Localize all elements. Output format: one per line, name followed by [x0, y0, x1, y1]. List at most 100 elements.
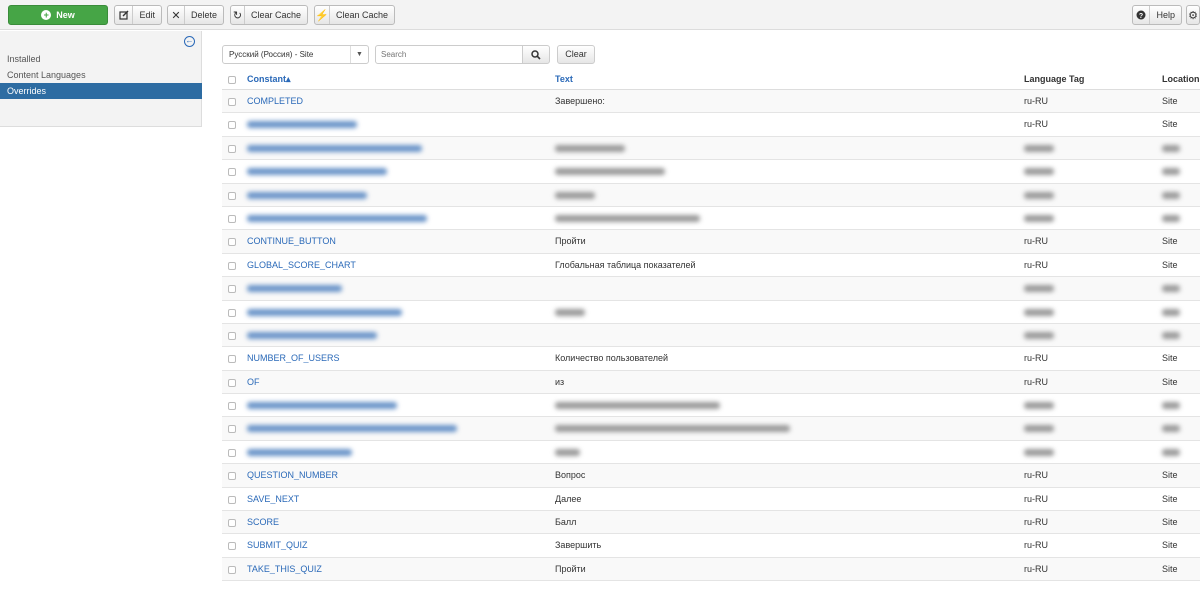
select-all-checkbox[interactable]	[228, 76, 236, 84]
overrides-table: Constant▴ Text Language Tag Location COM…	[222, 68, 1200, 582]
text-column-header[interactable]: Text	[555, 74, 573, 84]
language-select[interactable]: Русский (Россия) - Site ▼	[222, 45, 369, 64]
row-checkbox[interactable]	[228, 495, 236, 504]
location-cell: Site	[1162, 236, 1178, 247]
toolbar: + New Edit ✕ Delete ↻ Clear Cache ⚡ Clea…	[0, 0, 1200, 30]
location-cell: Site	[1162, 259, 1178, 270]
location-cell: Site	[1162, 119, 1178, 130]
constant-column-header[interactable]: Constant▴	[247, 74, 291, 85]
row-checkbox[interactable]	[228, 472, 236, 481]
close-icon: ✕	[168, 6, 185, 24]
row-checkbox[interactable]	[228, 542, 236, 551]
redacted-language-tag-cell	[1024, 191, 1054, 199]
redacted-location-cell	[1162, 308, 1180, 316]
clear-cache-button-label: Clear Cache	[250, 10, 301, 20]
edit-icon	[115, 6, 134, 24]
row-checkbox[interactable]	[228, 565, 236, 574]
redacted-constant-cell	[247, 168, 387, 176]
text-cell: Глобальная таблица показателей	[555, 259, 696, 270]
help-button[interactable]: ? Help	[1132, 5, 1182, 25]
table-row	[222, 136, 1200, 161]
constant-cell[interactable]: COMPLETED	[247, 96, 303, 106]
delete-button[interactable]: ✕ Delete	[167, 5, 224, 25]
sidebar-item-overrides[interactable]: Overrides	[0, 83, 202, 99]
table-row	[222, 441, 1200, 465]
redacted-constant-cell	[247, 144, 422, 152]
row-checkbox[interactable]	[228, 425, 236, 434]
edit-button[interactable]: Edit	[114, 5, 162, 25]
text-cell: Завершить	[555, 540, 602, 551]
location-cell: Site	[1162, 493, 1178, 504]
location-cell: Site	[1162, 376, 1178, 387]
options-button[interactable]: ⚙	[1186, 5, 1200, 25]
table-row	[222, 277, 1200, 301]
constant-cell[interactable]: OF	[247, 377, 260, 387]
row-checkbox[interactable]	[228, 98, 236, 106]
table-row	[222, 394, 1200, 418]
constant-cell[interactable]: TAKE_THIS_QUIZ	[247, 564, 322, 574]
table-row	[222, 160, 1200, 184]
table-row: TAKE_THIS_QUIZ Пройти ru-RU Site	[222, 557, 1200, 582]
row-checkbox[interactable]	[228, 285, 236, 294]
broom-icon: ⚡	[315, 6, 330, 24]
collapse-sidebar-icon[interactable]: ←	[184, 36, 195, 47]
row-checkbox[interactable]	[228, 355, 236, 364]
language-select-value: Русский (Россия) - Site	[229, 50, 314, 59]
constant-cell[interactable]: SAVE_NEXT	[247, 494, 299, 504]
search-icon	[531, 49, 541, 60]
table-row: SUBMIT_QUIZ Завершить ru-RU Site	[222, 534, 1200, 558]
clean-cache-button[interactable]: ⚡ Clean Cache	[314, 5, 395, 25]
new-button[interactable]: + New	[8, 5, 108, 25]
location-cell: Site	[1162, 563, 1178, 574]
table-row: CONTINUE_BUTTON Пройти ru-RU Site	[222, 230, 1200, 254]
redacted-constant-cell	[247, 214, 427, 222]
redacted-language-tag-cell	[1024, 402, 1054, 410]
gear-icon: ⚙	[1188, 9, 1198, 22]
search-button[interactable]	[522, 45, 550, 64]
clear-button[interactable]: Clear	[557, 45, 595, 64]
table-row: QUESTION_NUMBER Вопрос ru-RU Site	[222, 464, 1200, 488]
clear-cache-button[interactable]: ↻ Clear Cache	[230, 5, 308, 25]
search-input[interactable]	[375, 45, 523, 64]
text-cell: Вопрос	[555, 470, 586, 481]
language-tag-cell: ru-RU	[1024, 119, 1048, 130]
table-row	[222, 323, 1200, 348]
language-tag-cell: ru-RU	[1024, 353, 1048, 364]
row-checkbox[interactable]	[228, 261, 236, 270]
language-tag-cell: ru-RU	[1024, 376, 1048, 387]
sidebar-item-installed[interactable]: Installed	[0, 51, 202, 67]
row-checkbox[interactable]	[228, 331, 236, 340]
constant-cell[interactable]: SUBMIT_QUIZ	[247, 540, 308, 550]
text-cell: Пройти	[555, 236, 586, 247]
table-row	[222, 301, 1200, 324]
row-checkbox[interactable]	[228, 519, 236, 528]
language-tag-cell: ru-RU	[1024, 236, 1048, 247]
row-checkbox[interactable]	[228, 238, 236, 247]
constant-cell[interactable]: QUESTION_NUMBER	[247, 470, 338, 480]
row-checkbox[interactable]	[228, 308, 236, 317]
row-checkbox[interactable]	[228, 378, 236, 387]
row-checkbox[interactable]	[228, 214, 236, 223]
constant-cell[interactable]: NUMBER_OF_USERS	[247, 353, 340, 363]
redacted-language-tag-cell	[1024, 285, 1054, 293]
table-row: SCORE Балл ru-RU Site	[222, 511, 1200, 535]
constant-cell[interactable]: SCORE	[247, 517, 279, 527]
constant-cell[interactable]: CONTINUE_BUTTON	[247, 236, 336, 246]
row-checkbox[interactable]	[228, 121, 236, 130]
row-checkbox[interactable]	[228, 168, 236, 177]
redacted-location-cell	[1162, 285, 1180, 293]
redacted-location-cell	[1162, 425, 1180, 433]
constant-cell[interactable]: GLOBAL_SCORE_CHART	[247, 260, 356, 270]
redacted-language-tag-cell	[1024, 425, 1054, 433]
row-checkbox[interactable]	[228, 191, 236, 200]
redacted-language-tag-cell	[1024, 448, 1054, 456]
row-checkbox[interactable]	[228, 448, 236, 457]
sort-ascending-icon: ▴	[286, 74, 291, 84]
text-cell: Далее	[555, 493, 582, 504]
chevron-down-icon: ▼	[350, 46, 368, 63]
redacted-location-cell	[1162, 448, 1180, 456]
row-checkbox[interactable]	[228, 144, 236, 153]
sidebar-item-content-languages[interactable]: Content Languages	[0, 67, 202, 83]
row-checkbox[interactable]	[228, 402, 236, 411]
redacted-language-tag-cell	[1024, 331, 1054, 339]
